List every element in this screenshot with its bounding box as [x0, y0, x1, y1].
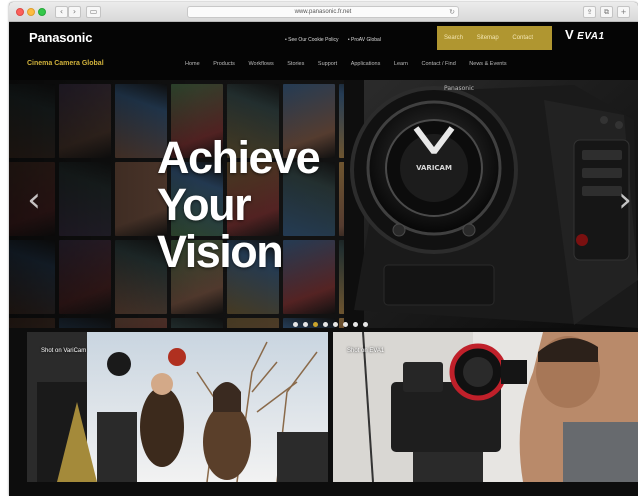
main-nav: Home Products Workflows Stories Support … [185, 61, 519, 67]
nav-workflows[interactable]: Workflows [248, 61, 273, 67]
carousel-dot[interactable] [353, 322, 358, 327]
carousel-dot[interactable] [313, 322, 318, 327]
page-footer-edge [9, 482, 638, 496]
panasonic-logo[interactable]: Panasonic [29, 30, 92, 45]
forward-button[interactable]: › [68, 6, 81, 18]
carousel-dot[interactable] [363, 322, 368, 327]
hero-headline-line-1: Achieve [157, 132, 321, 183]
tile-label-eva1: Shot on EVA1 [347, 348, 385, 354]
cookie-policy-link[interactable]: • See Our Cookie Policy [285, 37, 338, 43]
sidebar-button[interactable]: ▭ [86, 6, 101, 18]
tabs-button[interactable]: ⧉ [600, 6, 613, 18]
nav-news-events[interactable]: News & Events [469, 61, 506, 67]
browser-toolbar: ‹ › ▭ www.panasonic.fr.net ↻ ⇪ ⧉ + [9, 2, 638, 22]
varicam-v-icon: V [565, 27, 575, 42]
hero-headline-line-3: Vision [157, 226, 284, 277]
search-bar: Search Sitemap Contact [437, 26, 552, 50]
back-button[interactable]: ‹ [55, 6, 68, 18]
browser-window: ‹ › ▭ www.panasonic.fr.net ↻ ⇪ ⧉ + Panas… [9, 2, 638, 496]
shot-on-eva1-tile[interactable]: Shot on EVA1 [333, 332, 638, 482]
carousel-dot[interactable] [343, 322, 348, 327]
hero-headline-line-2: Your [157, 179, 252, 230]
carousel-dot[interactable] [303, 322, 308, 327]
utility-links: • See Our Cookie Policy • ProAV Global [285, 37, 389, 43]
hero-headline: Achieve Your Vision [157, 132, 321, 277]
feature-tiles: Shot on VariCam Shot on EVA1 [9, 328, 638, 496]
camera-badge-text: Panasonic [444, 85, 474, 92]
nav-contact-find[interactable]: Contact / Find [422, 61, 456, 67]
reload-icon[interactable]: ↻ [449, 7, 455, 17]
nav-home[interactable]: Home [185, 61, 200, 67]
minimize-window-button[interactable] [27, 8, 35, 16]
nav-stories[interactable]: Stories [287, 61, 304, 67]
sitemap-link[interactable]: Sitemap [477, 35, 499, 41]
eva1-tile-image [333, 332, 638, 482]
share-button[interactable]: ⇪ [583, 6, 596, 18]
nav-products[interactable]: Products [213, 61, 235, 67]
carousel-prev-arrow-icon[interactable]: ‹ [27, 180, 41, 220]
shot-on-varicam-tile[interactable]: Shot on VariCam [27, 332, 328, 482]
close-window-button[interactable] [16, 8, 24, 16]
carousel-dot[interactable] [293, 322, 298, 327]
nav-support[interactable]: Support [318, 61, 337, 67]
proav-global-link[interactable]: • ProAV Global [348, 37, 381, 43]
new-tab-button[interactable]: + [617, 6, 630, 18]
eva1-logo[interactable]: V EVA1 [565, 27, 605, 42]
carousel-dot[interactable] [323, 322, 328, 327]
zoom-window-button[interactable] [38, 8, 46, 16]
contact-link[interactable]: Contact [512, 35, 533, 41]
varicam-tile-image [27, 332, 328, 482]
carousel-next-arrow-icon[interactable]: › [618, 180, 632, 220]
hero-carousel: VARICAM Panasonic Achieve Your Vision ‹ … [9, 80, 638, 328]
nav-learn[interactable]: Learn [394, 61, 408, 67]
nav-applications[interactable]: Applications [351, 61, 381, 67]
address-text: www.panasonic.fr.net [294, 9, 352, 15]
site-name[interactable]: Cinema Camera Global [27, 60, 104, 67]
varicam-camera-image: VARICAM Panasonic [344, 80, 638, 328]
eva1-logo-text: EVA1 [577, 31, 605, 42]
carousel-pagination [293, 314, 373, 327]
camera-logo-text: VARICAM [416, 164, 452, 172]
carousel-dot[interactable] [333, 322, 338, 327]
search-link[interactable]: Search [444, 35, 463, 41]
tile-label-varicam: Shot on VariCam [41, 348, 87, 354]
address-bar[interactable]: www.panasonic.fr.net ↻ [187, 6, 459, 18]
site-header: Panasonic • See Our Cookie Policy • ProA… [9, 22, 638, 80]
